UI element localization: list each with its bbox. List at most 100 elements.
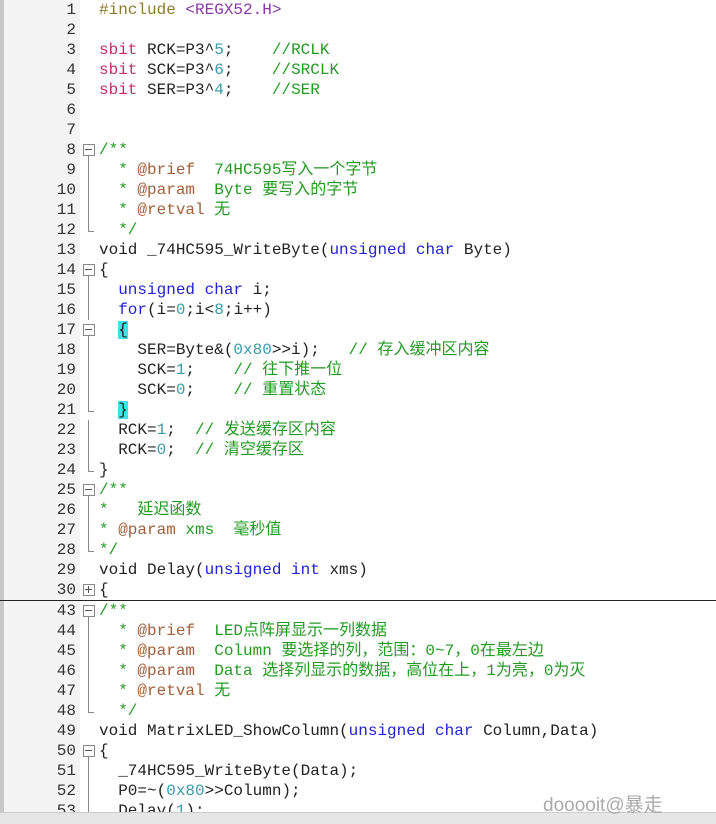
line-number: 11	[56, 201, 76, 219]
code-line[interactable]: 47 * @retval 无	[0, 681, 716, 701]
code-line[interactable]: 26 * 延迟函数	[0, 500, 716, 520]
fold-collapse-icon[interactable]	[82, 741, 96, 761]
code-token: }	[118, 401, 128, 419]
line-number: 29	[56, 561, 76, 579]
line-number: 48	[56, 702, 76, 720]
fold-collapse-icon[interactable]	[82, 480, 96, 500]
code-line[interactable]: 21 }	[0, 400, 716, 420]
code-line[interactable]: 18 SER=Byte&(0x80>>i); // 存入缓冲区内容	[0, 340, 716, 360]
code-line[interactable]: 49 void MatrixLED_ShowColumn(unsigned cha…	[0, 721, 716, 741]
code-line[interactable]: 43 /**	[0, 601, 716, 621]
code-text: * @retval 无	[99, 200, 230, 220]
code-token: //RCLK	[271, 41, 330, 59]
code-line[interactable]: 29 void Delay(unsigned int xms)	[0, 560, 716, 580]
fold-expand-icon[interactable]	[82, 580, 96, 600]
fold-collapse-icon[interactable]	[82, 320, 96, 340]
code-line[interactable]: 7	[0, 120, 716, 140]
code-line[interactable]: 16 for(i=0;i<8;i++)	[0, 300, 716, 320]
code-line[interactable]: 20 SCK=0; // 重置状态	[0, 380, 716, 400]
fold-collapse-icon[interactable]	[82, 260, 96, 280]
line-number: 19	[56, 361, 76, 379]
code-line[interactable]: 14 {	[0, 260, 716, 280]
code-text: * @brief LED点阵屏显示一列数据	[99, 621, 387, 641]
code-line[interactable]: 4 sbit SCK=P3^6; //SRCLK	[0, 60, 716, 80]
code-line[interactable]: 28 */	[0, 540, 716, 560]
code-line[interactable]: 50 {	[0, 741, 716, 761]
fold-guide	[82, 20, 96, 40]
code-line[interactable]: 22 RCK=1; // 发送缓存区内容	[0, 420, 716, 440]
line-number: 7	[66, 121, 76, 139]
code-text: * @retval 无	[99, 681, 230, 701]
code-line[interactable]: 12 */	[0, 220, 716, 240]
fold-guide	[82, 701, 96, 721]
code-editor[interactable]: 1 #include <REGX52.H> 2 3 sbit RCK=P3^5; //R…	[0, 0, 716, 821]
code-line[interactable]: 13 void _74HC595_WriteByte(unsigned char …	[0, 240, 716, 260]
code-line[interactable]: 45 * @param Column 要选择的列，范围：0~7，0在最左边	[0, 641, 716, 661]
code-line[interactable]: 30 {	[0, 580, 716, 601]
code-token: {	[118, 321, 128, 339]
code-token: * 延迟函数	[99, 501, 202, 519]
code-text: sbit SER=P3^4; //SER	[99, 80, 320, 100]
fold-guide	[82, 80, 96, 100]
code-line[interactable]: 25 /**	[0, 480, 716, 500]
code-token: @param	[118, 521, 176, 539]
code-line[interactable]: 9 * @brief 74HC595写入一个字节	[0, 160, 716, 180]
code-line[interactable]: 23 RCK=0; // 清空缓存区	[0, 440, 716, 460]
code-token: 无	[204, 201, 231, 219]
code-token: 0x80	[166, 782, 205, 800]
code-token: // 清空缓存区	[195, 441, 304, 459]
code-line[interactable]: 51 _74HC595_WriteByte(Data);	[0, 761, 716, 781]
line-number: 47	[56, 682, 76, 700]
code-line[interactable]: 3 sbit RCK=P3^5; //RCLK	[0, 40, 716, 60]
code-line[interactable]: 11 * @retval 无	[0, 200, 716, 220]
code-token: >>i);	[271, 341, 349, 359]
fold-guide	[82, 540, 96, 560]
code-line[interactable]: 19 SCK=1; // 往下推一位	[0, 360, 716, 380]
code-text: _74HC595_WriteByte(Data);	[99, 761, 358, 781]
code-token: }	[99, 461, 109, 479]
code-token: // 往下推一位	[233, 361, 343, 379]
code-token: ;	[185, 381, 234, 399]
code-line[interactable]: 24}	[0, 460, 716, 480]
code-token: @param	[137, 662, 196, 680]
code-token: //SER	[271, 81, 320, 99]
fold-guide	[82, 380, 96, 400]
line-number: 21	[56, 401, 76, 419]
code-line[interactable]: 46 * @param Data 选择列显示的数据，高位在上，1为亮，0为灭	[0, 661, 716, 681]
code-line[interactable]: 17 {	[0, 320, 716, 340]
code-token: 4	[214, 81, 224, 99]
code-text: */	[99, 220, 137, 240]
code-line[interactable]: 44 * @brief LED点阵屏显示一列数据	[0, 621, 716, 641]
fold-collapse-icon[interactable]	[82, 601, 96, 621]
code-text: RCK=0; // 清空缓存区	[99, 440, 304, 460]
code-line[interactable]: 6	[0, 100, 716, 120]
code-token: SER=P3^	[147, 81, 215, 99]
code-line[interactable]: 5 sbit SER=P3^4; //SER	[0, 80, 716, 100]
code-token: unsigned char	[348, 722, 474, 740]
code-text: {	[99, 580, 109, 600]
code-text: * 延迟函数	[99, 500, 201, 520]
code-token: Byte 要写入的字节	[195, 181, 359, 199]
fold-collapse-icon[interactable]	[82, 140, 96, 160]
code-token: /**	[99, 141, 128, 159]
code-line[interactable]: 27 * @param xms 毫秒值	[0, 520, 716, 540]
code-text: SCK=1; // 往下推一位	[99, 360, 342, 380]
code-text: * @brief 74HC595写入一个字节	[99, 160, 377, 180]
code-line[interactable]: 8 /**	[0, 140, 716, 160]
fold-guide	[82, 661, 96, 681]
code-line[interactable]: 1 #include <REGX52.H>	[0, 0, 716, 20]
code-text: void Delay(unsigned int xms)	[99, 560, 368, 580]
code-line[interactable]: 15 unsigned char i;	[0, 280, 716, 300]
code-text: unsigned char i;	[99, 280, 272, 300]
code-token: ;i++)	[223, 301, 272, 319]
code-token: SCK=P3^	[147, 61, 215, 79]
code-line[interactable]: 2	[0, 20, 716, 40]
code-line[interactable]: 10 * @param Byte 要写入的字节	[0, 180, 716, 200]
watermark: dooooit@暴走	[543, 795, 663, 816]
code-token: @brief	[137, 622, 196, 640]
code-token: // 存入缓冲区内容	[348, 341, 490, 359]
code-token: void MatrixLED_ShowColumn(	[99, 722, 349, 740]
code-line[interactable]: 48 */	[0, 701, 716, 721]
line-number: 26	[56, 501, 76, 519]
